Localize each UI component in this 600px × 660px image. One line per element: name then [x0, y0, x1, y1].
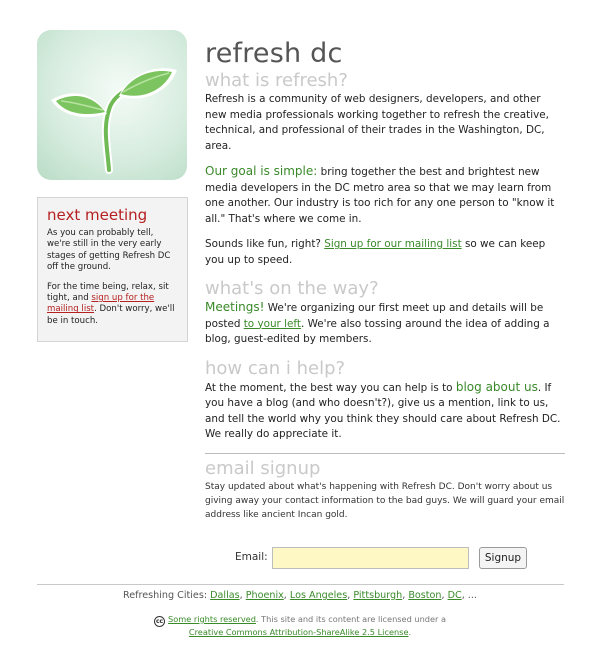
license-end: .: [408, 627, 412, 637]
goal-paragraph: Our goal is simple: bring together the b…: [205, 164, 565, 227]
goal-lead: Our goal is simple:: [205, 164, 318, 178]
email-signup-heading: email signup: [205, 457, 321, 479]
city-link-boston[interactable]: Boston: [408, 590, 441, 601]
sprout-icon: [51, 68, 177, 174]
refreshing-cities: Refreshing Cities: Dallas, Phoenix, Los …: [123, 590, 477, 601]
site-title: refresh dc: [205, 38, 343, 69]
city-link-pittsburgh[interactable]: Pittsburgh: [353, 590, 402, 601]
how-can-i-help-text: At the moment, the best way you can help…: [205, 380, 565, 443]
license-text: . This site and its content are licensed…: [255, 614, 446, 624]
creative-commons-icon: cc: [154, 616, 166, 627]
to-your-left-link[interactable]: to your left: [244, 318, 301, 330]
city-link-dc[interactable]: DC: [448, 590, 462, 601]
license-notice: cc Some rights reserved. This site and it…: [0, 614, 600, 639]
meetings-lead: Meetings!: [205, 300, 265, 314]
cities-label: Refreshing Cities:: [123, 590, 208, 601]
how-can-i-help-heading: how can i help?: [205, 357, 346, 379]
main-content: refresh dc what is refresh? Refresh is a…: [205, 38, 565, 522]
city-link-dallas[interactable]: Dallas: [210, 590, 239, 601]
divider: [205, 452, 565, 454]
blog-about-us-link[interactable]: blog about us: [456, 380, 538, 394]
logo: [37, 30, 187, 180]
email-label: Email:: [235, 551, 268, 563]
whats-on-the-way-heading: what's on the way?: [205, 278, 379, 299]
signup-button[interactable]: Signup: [479, 547, 527, 569]
cc-license-link[interactable]: Creative Commons Attribution-ShareAlike …: [189, 627, 409, 637]
next-meeting-heading: next meeting: [47, 206, 148, 224]
what-is-refresh-heading: what is refresh?: [205, 70, 348, 91]
email-field[interactable]: [272, 547, 469, 569]
text-span: At the moment, the best way you can help…: [205, 381, 456, 394]
signup-form: Email: Signup: [205, 546, 565, 570]
city-link-phoenix[interactable]: Phoenix: [246, 590, 284, 601]
email-signup-text: Stay updated about what's happening with…: [205, 481, 565, 520]
next-meeting-box: next meeting As you can probably tell, w…: [37, 197, 188, 342]
next-meeting-signup-text: For the time being, relax, sit tight, an…: [47, 282, 179, 328]
footer-divider: [37, 584, 564, 585]
some-rights-reserved-link[interactable]: Some rights reserved: [168, 614, 256, 624]
fun-paragraph: Sounds like fun, right? Sign up for our …: [205, 237, 565, 268]
what-is-refresh-text: Refresh is a community of web designers,…: [205, 93, 549, 152]
cities-more: ...: [467, 590, 477, 601]
text-span: Sounds like fun, right?: [205, 238, 325, 250]
whats-on-the-way-text: Meetings! We're organizing our first mee…: [205, 300, 565, 348]
mailing-list-link[interactable]: Sign up for our mailing list: [324, 238, 461, 250]
city-link-los-angeles[interactable]: Los Angeles: [290, 590, 347, 601]
next-meeting-text: As you can probably tell, we're still in…: [47, 228, 171, 273]
